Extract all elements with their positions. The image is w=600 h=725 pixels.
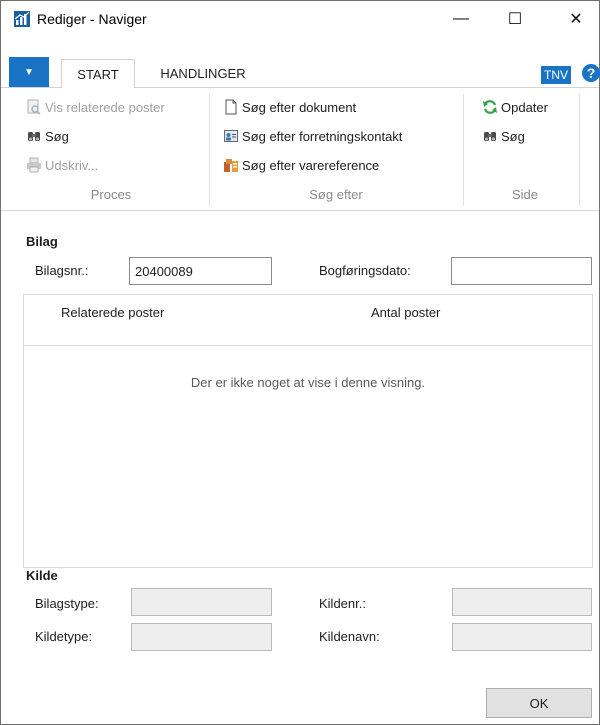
title-bar: Rediger - Naviger — ☐ ✕ — [1, 1, 599, 37]
kildetype-label: Kildetype: — [35, 629, 93, 644]
empty-state-message: Der er ikke noget at vise i denne visnin… — [190, 375, 426, 390]
bilagstype-label: Bilagstype: — [35, 596, 99, 611]
button-label: Udskriv... — [45, 157, 99, 173]
item-reference-icon — [223, 157, 239, 173]
section-bilag: Bilag — [26, 234, 58, 249]
tab-label: HANDLINGER — [160, 66, 246, 81]
bilagstype-field[interactable] — [131, 588, 272, 616]
opdater-button[interactable]: Opdater — [482, 97, 548, 117]
minimize-icon: — — [453, 10, 469, 27]
file-menu-button[interactable]: ▼ — [9, 57, 49, 87]
soeg-efter-varereference-button[interactable]: Søg efter varereference — [223, 155, 379, 175]
soeg-efter-forretningskontakt-button[interactable]: Søg efter forretningskontakt — [223, 126, 402, 146]
udskriv-button[interactable]: Udskriv... — [26, 155, 98, 175]
contact-card-icon — [223, 128, 239, 144]
group-label-side: Side — [511, 187, 539, 202]
kildenavn-field[interactable] — [452, 623, 592, 651]
bogfoeringsdato-label: Bogføringsdato: — [319, 263, 411, 278]
close-icon: ✕ — [569, 11, 583, 28]
tnv-badge[interactable]: TNV — [541, 66, 571, 84]
ok-button[interactable]: OK — [486, 688, 592, 718]
group-divider — [463, 94, 464, 206]
app-logo-icon — [14, 11, 30, 27]
maximize-icon: ☐ — [507, 11, 523, 28]
grid-header: Relaterede poster Antal poster — [24, 295, 592, 346]
close-button[interactable]: ✕ — [553, 1, 599, 37]
side-soeg-button[interactable]: Søg — [482, 126, 525, 146]
dialog-window: Rediger - Naviger — ☐ ✕ ▼ START HANDLING… — [0, 0, 600, 725]
vis-relaterede-poster-button[interactable]: Vis relaterede poster — [26, 97, 165, 117]
button-label: Opdater — [501, 99, 548, 115]
bogfoeringsdato-field[interactable] — [451, 257, 592, 285]
tab-handlinger[interactable]: HANDLINGER — [143, 59, 263, 88]
tab-start[interactable]: START — [61, 59, 135, 90]
button-label: Søg efter forretningskontakt — [242, 128, 403, 144]
printer-icon — [26, 157, 42, 173]
bilagsnr-field[interactable] — [129, 257, 272, 285]
related-entries-grid[interactable]: Relaterede poster Antal poster Der er ik… — [23, 294, 593, 568]
refresh-icon — [482, 99, 498, 115]
document-icon — [223, 99, 239, 115]
maximize-button[interactable]: ☐ — [492, 1, 538, 37]
binoculars-icon — [482, 128, 498, 144]
button-label: Søg — [501, 128, 525, 144]
soeg-button[interactable]: Søg — [26, 126, 69, 146]
section-kilde: Kilde — [26, 568, 58, 583]
help-icon[interactable]: ? — [582, 64, 600, 82]
button-label: Søg — [45, 128, 69, 144]
binoculars-icon — [26, 128, 42, 144]
chevron-down-icon: ▼ — [24, 66, 34, 78]
button-label: Søg efter varereference — [242, 157, 380, 173]
kildenr-label: Kildenr.: — [319, 596, 366, 611]
group-divider — [209, 94, 210, 206]
bilagsnr-label: Bilagsnr.: — [35, 263, 89, 278]
document-search-icon — [26, 99, 42, 115]
group-label-proces: Proces — [90, 187, 132, 202]
window-title: Rediger - Naviger — [37, 11, 147, 27]
soeg-efter-dokument-button[interactable]: Søg efter dokument — [223, 97, 356, 117]
kildetype-field[interactable] — [131, 623, 272, 651]
group-label-soeg-efter: Søg efter — [309, 187, 363, 202]
column-header-antal-poster[interactable]: Antal poster — [371, 305, 440, 320]
kildenavn-label: Kildenavn: — [319, 629, 380, 644]
minimize-button[interactable]: — — [438, 1, 484, 37]
button-label: Søg efter dokument — [242, 99, 357, 115]
tab-label: START — [77, 67, 119, 82]
group-divider — [579, 94, 580, 206]
kildenr-field[interactable] — [452, 588, 592, 616]
button-label: Vis relaterede poster — [45, 99, 165, 115]
column-header-relaterede-poster[interactable]: Relaterede poster — [61, 305, 164, 320]
